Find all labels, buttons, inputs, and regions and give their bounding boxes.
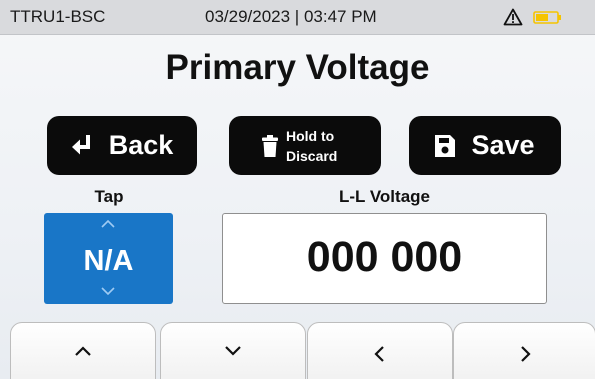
tap-selector[interactable]: N/A (44, 213, 173, 304)
tap-value: N/A (83, 245, 134, 277)
chevron-right-icon (520, 346, 531, 362)
warning-icon (503, 8, 523, 26)
trash-icon (262, 134, 278, 157)
left-key[interactable] (307, 322, 453, 379)
battery-icon (533, 11, 563, 24)
down-key[interactable] (160, 322, 306, 379)
chevron-left-icon (374, 346, 384, 362)
right-key[interactable] (453, 322, 595, 379)
back-button-label: Back (108, 130, 174, 160)
datetime: 03/29/2023 | 03:47 PM (205, 7, 377, 26)
voltage-label: L-L Voltage (339, 187, 430, 206)
hold-to-discard-label: Hold to Discard (286, 127, 338, 164)
back-button[interactable]: Back (47, 116, 197, 175)
page-title: Primary Voltage (165, 48, 430, 87)
save-button-label: Save (471, 130, 535, 160)
status-bar: TTRU1-BSC 03/29/2023 | 03:47 PM (0, 0, 595, 35)
tap-down-chevron-icon[interactable] (101, 287, 115, 296)
voltage-display[interactable]: 000 000 (222, 213, 547, 304)
primary-voltage-screen: TTRU1-BSC 03/29/2023 | 03:47 PM Primary … (0, 0, 595, 379)
chevron-down-icon (225, 346, 241, 356)
tap-label: Tap (94, 187, 124, 206)
up-key[interactable] (10, 322, 156, 379)
chevron-up-icon (75, 346, 91, 356)
enter-arrow-icon (71, 134, 90, 154)
save-button[interactable]: Save (409, 116, 561, 175)
tap-up-chevron-icon[interactable] (101, 219, 115, 228)
device-id: TTRU1-BSC (10, 7, 106, 26)
floppy-disk-icon (435, 134, 456, 157)
hold-to-discard-button[interactable]: Hold to Discard (229, 116, 381, 175)
voltage-value: 000 000 (306, 233, 463, 281)
